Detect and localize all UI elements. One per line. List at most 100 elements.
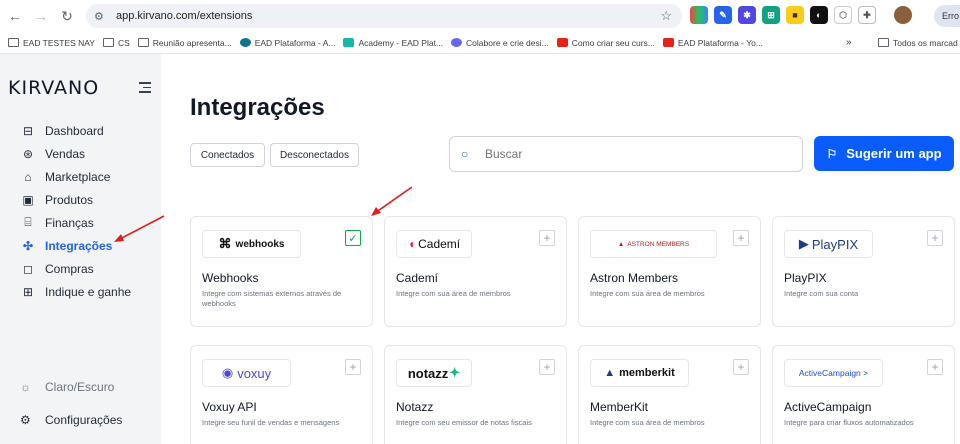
- voxuy-logo: ◉ voxuy: [202, 359, 291, 387]
- add-integration-icon[interactable]: +: [345, 359, 361, 375]
- sidebar-item-label: Produtos: [45, 192, 94, 207]
- activecampaign-logo: ActiveCampaign >: [784, 359, 883, 387]
- back-icon[interactable]: ←: [4, 5, 26, 27]
- memberkit-logo: ▲ memberkit: [590, 359, 689, 387]
- card-name: Notazz: [396, 400, 434, 414]
- bookmark-item[interactable]: Reunião apresenta...: [137, 37, 232, 48]
- integration-card-cademi[interactable]: ◖ Cademí + Cademí Integre com sua área de…: [384, 216, 567, 327]
- dashboard-icon: ⊟: [22, 123, 34, 138]
- profile-button[interactable]: Erro: [934, 5, 960, 27]
- card-name: Cademí: [396, 271, 439, 285]
- connected-check-icon[interactable]: ✓: [345, 230, 361, 246]
- site-settings-icon[interactable]: ⚙: [94, 10, 110, 23]
- add-integration-icon[interactable]: +: [733, 230, 749, 246]
- gift-icon: ⊞: [22, 284, 34, 299]
- reload-icon[interactable]: ↻: [56, 5, 78, 27]
- bookmark-item[interactable]: EAD Plataforma - Yo...: [662, 37, 763, 48]
- add-integration-icon[interactable]: +: [927, 359, 943, 375]
- theme-label: Claro/Escuro: [45, 380, 115, 394]
- sidebar-item-label: Dashboard: [45, 123, 104, 138]
- bookmark-item[interactable]: Academy - EAD Plat...: [343, 38, 443, 48]
- integration-card-astron[interactable]: ▲ ASTRON MEMBERS + Astron Members Integre…: [578, 216, 761, 327]
- gear-icon: ⚙: [20, 413, 31, 427]
- profile-label: Erro: [942, 11, 960, 21]
- card-description: Integre com sua conta: [784, 289, 859, 298]
- sidebar-item-marketplace[interactable]: ⌂ Marketplace: [20, 165, 131, 188]
- bookmark-item[interactable]: Todos os marcad: [878, 38, 958, 48]
- webhooks-icon: ⌘: [218, 236, 232, 251]
- card-description: Integre seu funil de vendas e mensagens: [202, 418, 340, 427]
- bank-icon: ⌸: [24, 215, 32, 229]
- astron-members-logo: ▲ ASTRON MEMBERS: [590, 230, 717, 258]
- address-bar[interactable]: ⚙ app.kirvano.com/extensions ☆: [86, 4, 682, 28]
- sidebar-item-label: Integrações: [45, 238, 113, 253]
- card-description: Integre com sua área de membros: [590, 418, 705, 427]
- bookmark-label: Todos os marcad: [893, 37, 958, 48]
- sidebar-item-label: Configurações: [45, 413, 123, 427]
- menu-toggle-icon[interactable]: [139, 82, 151, 96]
- sidebar-nav: ⊟ Dashboard ⊛ Vendas ⌂ Marketplace ▣ Produto…: [20, 119, 131, 303]
- bookmarks-overflow-button[interactable]: »: [846, 37, 852, 48]
- add-integration-icon[interactable]: +: [539, 359, 555, 375]
- bookmark-item[interactable]: EAD TESTES NAY: [8, 38, 95, 48]
- card-name: ActiveCampaign: [784, 400, 872, 414]
- bookmark-label: EAD Plataforma - A...: [254, 37, 336, 48]
- add-integration-icon[interactable]: +: [733, 359, 749, 375]
- bookmark-item[interactable]: EAD Plataforma - A...: [239, 37, 336, 48]
- card-description: Integre com sua área de membros: [396, 289, 511, 298]
- sidebar-item-indique[interactable]: ⊞ Indique e ganhe: [20, 280, 131, 303]
- bookmark-item[interactable]: Colabore e crie desi...: [451, 38, 549, 48]
- box-icon: ▣: [22, 192, 34, 207]
- dollar-icon: ⊛: [22, 146, 34, 161]
- extension-icon[interactable]: ✱: [738, 6, 756, 24]
- filter-desconectados-button[interactable]: Desconectados: [270, 143, 359, 167]
- youtube-icon: [556, 38, 568, 47]
- add-integration-icon[interactable]: +: [927, 230, 943, 246]
- integration-card-memberkit[interactable]: ▲ memberkit + MemberKit Integre com sua á…: [578, 345, 761, 444]
- suggest-app-label: Sugerir um app: [846, 146, 942, 161]
- add-integration-icon[interactable]: +: [539, 230, 555, 246]
- site-icon: [343, 38, 355, 47]
- theme-toggle[interactable]: ☼ Claro/Escuro: [20, 380, 114, 394]
- folder-icon: [102, 38, 114, 47]
- search-input[interactable]: [485, 147, 785, 161]
- extension-icon[interactable]: ✎: [714, 6, 732, 24]
- sidebar-item-vendas[interactable]: ⊛ Vendas: [20, 142, 131, 165]
- avatar[interactable]: [894, 6, 912, 24]
- webhooks-logo: ⌘ webhooks: [202, 230, 301, 258]
- annotation-arrow-card: [371, 186, 413, 216]
- sidebar-item-label: Indique e ganhe: [45, 284, 132, 299]
- extension-icon[interactable]: [690, 6, 708, 24]
- bookmark-item[interactable]: CS: [102, 38, 130, 48]
- card-description: Integre para criar fluxos automatizados: [784, 418, 914, 427]
- bookmark-item[interactable]: Como criar seu curs...: [556, 38, 655, 48]
- puzzle-icon: ✣: [22, 238, 34, 253]
- integration-card-activecampaign[interactable]: ActiveCampaign > + ActiveCampaign Integr…: [772, 345, 955, 444]
- extension-icon[interactable]: ■: [786, 6, 804, 24]
- card-name: PlayPIX: [784, 271, 827, 285]
- integration-card-notazz[interactable]: notazz ✦ + Notazz Integre com seu emissor…: [384, 345, 567, 444]
- sidebar-item-produtos[interactable]: ▣ Produtos: [20, 188, 131, 211]
- integration-card-webhooks[interactable]: ⌘ webhooks ✓ Webhooks Integre com sistema…: [190, 216, 373, 327]
- extension-icon[interactable]: ⊞: [762, 6, 780, 24]
- forward-icon[interactable]: →: [30, 5, 52, 27]
- integration-card-voxuy[interactable]: ◉ voxuy + Voxuy API Integre seu funil de …: [190, 345, 373, 444]
- suggest-app-button[interactable]: ⚐ Sugerir um app: [814, 136, 954, 171]
- extensions-puzzle-icon[interactable]: ✚: [858, 6, 876, 24]
- sidebar-item-dashboard[interactable]: ⊟ Dashboard: [20, 119, 131, 142]
- integration-card-playpix[interactable]: ▶ PlayPIX + PlayPIX Integre com sua conta: [772, 216, 955, 327]
- logo: KIRVANO: [8, 77, 100, 99]
- bookmark-label: EAD Plataforma - Yo...: [677, 37, 763, 48]
- bookmark-star-icon[interactable]: ☆: [660, 8, 672, 24]
- sun-icon: ☼: [20, 380, 31, 394]
- bookmark-label: Colabore e crie desi...: [466, 37, 549, 48]
- filter-conectados-button[interactable]: Conectados: [190, 143, 265, 167]
- bookmark-label: Reunião apresenta...: [152, 37, 232, 48]
- page-title: Integrações: [190, 94, 325, 121]
- sidebar-item-compras[interactable]: ◻ Compras: [20, 257, 131, 280]
- sidebar-item-configuracoes[interactable]: ⚙ Configurações: [20, 413, 122, 427]
- notazz-mark-icon: ✦: [449, 365, 461, 380]
- annotation-arrow-sidebar: [114, 215, 165, 242]
- extension-icon[interactable]: ⬡: [834, 6, 852, 24]
- extension-icon[interactable]: ◐: [810, 6, 828, 24]
